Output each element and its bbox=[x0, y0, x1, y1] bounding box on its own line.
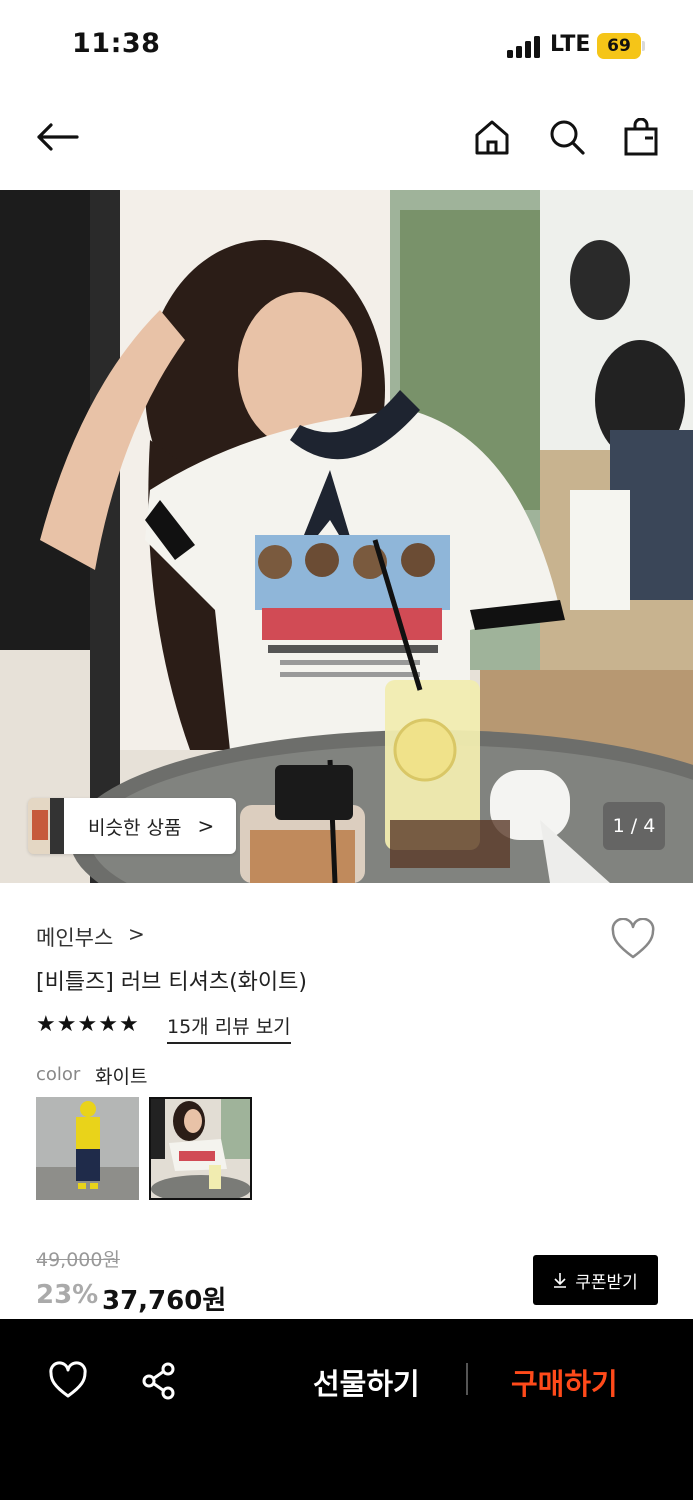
original-price: 49,000원 bbox=[36, 1249, 120, 1271]
product-photo bbox=[0, 190, 693, 883]
home-icon bbox=[475, 120, 509, 155]
brand-link[interactable]: 메인부스 bbox=[36, 922, 113, 952]
star-icon: ★ bbox=[98, 1012, 118, 1037]
top-nav bbox=[0, 92, 693, 190]
star-icon: ★ bbox=[77, 1012, 98, 1037]
battery-icon: 69 bbox=[597, 33, 645, 59]
bottom-action-bar: 선물하기 구매하기 bbox=[0, 1319, 693, 1500]
sale-price: 37,760원 bbox=[102, 1286, 227, 1316]
coupon-button[interactable]: 쿠폰받기 bbox=[533, 1255, 658, 1305]
review-link[interactable]: 15개 리뷰 보기 bbox=[167, 1012, 291, 1044]
share-icon bbox=[142, 1362, 175, 1400]
arrow-left-icon bbox=[37, 123, 79, 151]
chevron-right-icon: > bbox=[128, 922, 145, 946]
home-button[interactable] bbox=[467, 112, 517, 162]
divider bbox=[466, 1363, 468, 1395]
cart-button[interactable] bbox=[616, 112, 666, 162]
similar-products-label: 비슷한 상품 bbox=[88, 816, 182, 839]
heart-outline-icon bbox=[611, 917, 655, 959]
option-value: 화이트 bbox=[95, 1066, 148, 1088]
share-button[interactable] bbox=[140, 1361, 180, 1401]
rating-stars: ★ ★ ★ ★ ★ bbox=[36, 1013, 139, 1037]
product-title: [비틀즈] 러브 티셔츠(화이트) bbox=[36, 970, 307, 995]
star-icon: ★ bbox=[56, 1012, 77, 1037]
status-bar: 11:38 LTE 69 bbox=[0, 0, 693, 92]
buy-button[interactable]: 구매하기 bbox=[511, 1361, 618, 1403]
heart-icon bbox=[49, 1361, 87, 1398]
shopping-bag-icon bbox=[624, 118, 658, 156]
wish-button[interactable] bbox=[48, 1361, 88, 1401]
wishlist-button[interactable] bbox=[610, 917, 656, 962]
similar-products-button[interactable]: 비슷한 상품 > bbox=[28, 798, 237, 854]
color-swatch[interactable] bbox=[36, 1097, 139, 1200]
star-icon: ★ bbox=[118, 1012, 139, 1037]
option-key: color bbox=[36, 1064, 81, 1085]
discount-rate: 23% bbox=[36, 1280, 99, 1310]
signal-icon bbox=[507, 36, 543, 58]
download-icon bbox=[554, 1273, 567, 1288]
gift-button[interactable]: 선물하기 bbox=[313, 1361, 420, 1403]
network-label: LTE bbox=[550, 32, 591, 57]
chevron-right-icon: > bbox=[197, 814, 215, 838]
battery-level: 69 bbox=[597, 33, 641, 59]
search-button[interactable] bbox=[542, 112, 592, 162]
status-time: 11:38 bbox=[72, 28, 161, 59]
back-button[interactable] bbox=[32, 112, 82, 162]
similar-product-thumbnail bbox=[28, 798, 64, 854]
product-image[interactable] bbox=[0, 190, 693, 883]
image-pager: 1 / 4 bbox=[603, 802, 665, 850]
color-swatch-selected[interactable] bbox=[149, 1097, 252, 1200]
star-icon: ★ bbox=[36, 1012, 56, 1037]
search-icon bbox=[550, 120, 585, 155]
coupon-label: 쿠폰받기 bbox=[575, 1272, 638, 1293]
